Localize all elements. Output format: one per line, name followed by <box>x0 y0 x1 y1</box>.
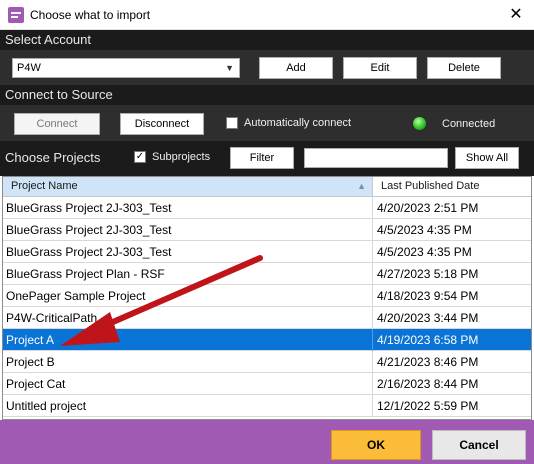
table-row[interactable]: OnePager Sample Project 4/18/2023 9:54 P… <box>3 285 531 307</box>
account-select[interactable]: P4W ▼ <box>12 58 240 78</box>
column-header-last-published[interactable]: Last Published Date <box>374 177 531 196</box>
delete-account-button[interactable]: Delete <box>427 57 501 79</box>
show-all-button[interactable]: Show All <box>455 147 519 169</box>
auto-connect-label: Automatically connect <box>244 117 351 129</box>
project-name-cell: OnePager Sample Project <box>3 285 373 307</box>
select-account-header: Select Account <box>0 30 534 50</box>
connection-status-text: Connected <box>442 118 496 130</box>
filter-input[interactable] <box>304 148 448 168</box>
table-row-selected[interactable]: Project A 4/19/2023 6:58 PM <box>3 329 531 351</box>
connection-status-indicator <box>413 117 426 130</box>
title-bar: Choose what to import ✕ <box>0 0 534 30</box>
published-date-cell: 4/21/2023 8:46 PM <box>377 355 479 369</box>
subprojects-checkbox[interactable]: ✓ <box>134 151 146 163</box>
table-row[interactable]: Project Cat 2/16/2023 8:44 PM <box>3 373 531 395</box>
add-account-button[interactable]: Add <box>259 57 333 79</box>
dialog-footer: OK Cancel <box>0 420 534 464</box>
project-name-cell: Project A <box>3 329 373 351</box>
published-date-cell: 4/20/2023 3:44 PM <box>377 311 479 325</box>
edit-account-button[interactable]: Edit <box>343 57 417 79</box>
choose-projects-heading: Choose Projects <box>5 150 101 165</box>
sort-ascending-icon: ▲ <box>357 181 366 191</box>
table-row[interactable]: BlueGrass Project Plan - RSF 4/27/2023 5… <box>3 263 531 285</box>
published-date-cell: 4/18/2023 9:54 PM <box>377 289 479 303</box>
project-name-cell: BlueGrass Project Plan - RSF <box>3 263 373 285</box>
table-header: Project Name ▲ Last Published Date <box>3 177 531 197</box>
select-account-heading: Select Account <box>5 32 91 47</box>
published-date-cell: 4/27/2023 5:18 PM <box>377 267 479 281</box>
window-title: Choose what to import <box>30 8 151 22</box>
projects-table: Project Name ▲ Last Published Date BlueG… <box>2 176 532 420</box>
table-row[interactable]: BlueGrass Project 2J-303_Test 4/5/2023 4… <box>3 241 531 263</box>
published-date-cell: 4/5/2023 4:35 PM <box>377 223 472 237</box>
published-date-cell: 4/5/2023 4:35 PM <box>377 245 472 259</box>
connect-source-heading: Connect to Source <box>5 87 113 102</box>
published-date-cell: 12/1/2022 5:59 PM <box>377 399 479 413</box>
project-name-cell: Project B <box>3 351 373 373</box>
table-row[interactable]: BlueGrass Project 2J-303_Test 4/5/2023 4… <box>3 219 531 241</box>
column-header-label: Project Name <box>11 180 78 192</box>
project-name-cell: P4W-CriticalPath <box>3 307 373 329</box>
published-date-cell: 4/20/2023 2:51 PM <box>377 201 479 215</box>
connect-button[interactable]: Connect <box>14 113 100 135</box>
project-name-cell: BlueGrass Project 2J-303_Test <box>3 197 373 219</box>
chevron-down-icon[interactable]: ▼ <box>225 59 234 77</box>
table-row[interactable]: BlueGrass Project 2J-303_Test 4/20/2023 … <box>3 197 531 219</box>
account-selected-value: P4W <box>17 62 41 74</box>
ok-button[interactable]: OK <box>331 430 421 460</box>
auto-connect-checkbox[interactable] <box>226 117 238 129</box>
project-name-cell: BlueGrass Project 2J-303_Test <box>3 241 373 263</box>
published-date-cell: 4/19/2023 6:58 PM <box>377 333 479 347</box>
cancel-button[interactable]: Cancel <box>432 430 526 460</box>
project-name-cell: Untitled project <box>3 395 373 417</box>
table-row[interactable]: P4W-CriticalPath 4/20/2023 3:44 PM <box>3 307 531 329</box>
filter-button[interactable]: Filter <box>230 147 294 169</box>
app-icon <box>8 7 24 23</box>
table-row[interactable]: Untitled project 12/1/2022 5:59 PM <box>3 395 531 417</box>
close-button[interactable]: ✕ <box>504 4 528 26</box>
disconnect-button[interactable]: Disconnect <box>120 113 204 135</box>
connect-source-header: Connect to Source <box>0 85 534 105</box>
project-name-cell: BlueGrass Project 2J-303_Test <box>3 219 373 241</box>
published-date-cell: 2/16/2023 8:44 PM <box>377 377 479 391</box>
project-name-cell: Project Cat <box>3 373 373 395</box>
subprojects-label: Subprojects <box>152 151 211 163</box>
table-row[interactable]: Project B 4/21/2023 8:46 PM <box>3 351 531 373</box>
column-header-project-name[interactable]: Project Name ▲ <box>3 177 373 196</box>
